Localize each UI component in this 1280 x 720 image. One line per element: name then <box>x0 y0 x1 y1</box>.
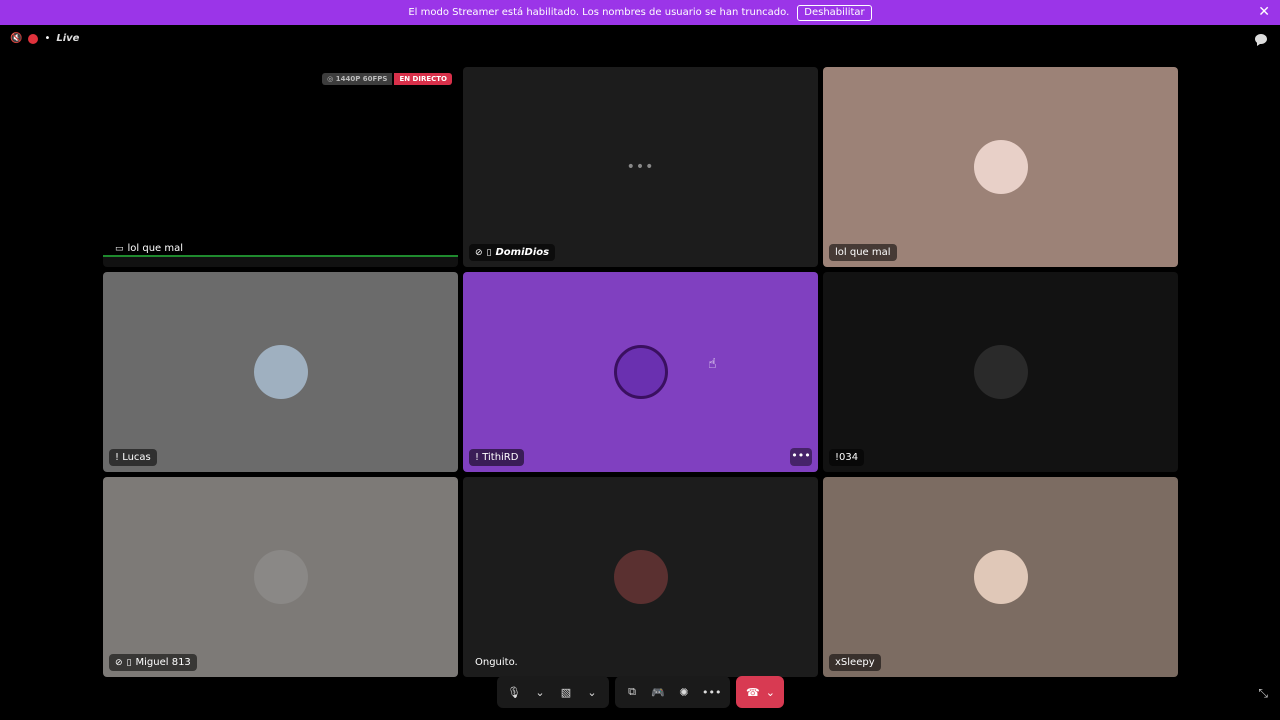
call-controls: 🎙 ⌄ ▧ ⌄ ⧉ 🎮 ✺ ••• ☎ ⌄ <box>497 676 785 708</box>
avatar <box>613 345 668 399</box>
hangup-icon: ☎ <box>746 685 760 699</box>
disconnect-button[interactable]: ☎ ⌄ <box>736 676 785 708</box>
participant-name: DomiDios <box>495 247 550 258</box>
pointer-cursor-icon: ☝ <box>708 356 717 372</box>
quality-badge: ◎ 1440P 60FPS <box>322 73 393 85</box>
avatar <box>613 550 668 604</box>
more-button[interactable]: ••• <box>699 679 724 705</box>
call-status: 🔇 • Live <box>10 33 79 44</box>
recording-dot-icon <box>28 33 39 44</box>
avatar <box>973 550 1028 604</box>
call-topbar: 🔇 • Live <box>0 25 1280 55</box>
participant-name: ! TithiRD <box>475 452 519 463</box>
participant-tile-tithird[interactable]: ! TithiRD ••• <box>463 272 818 472</box>
banner-message: El modo Streamer está habilitado. Los no… <box>408 7 790 18</box>
microphone-button[interactable]: 🎙 <box>503 679 525 705</box>
participant-tile-lucas[interactable]: ! Lucas <box>103 272 458 472</box>
disable-streamer-mode-button[interactable]: Deshabilitar <box>797 4 872 21</box>
avatar <box>973 345 1028 399</box>
avatar <box>973 140 1028 194</box>
participant-tile-onguito[interactable]: Onguito. <box>463 477 818 677</box>
participant-name-tag: ! Lucas <box>109 449 157 466</box>
participant-name-tag: xSleepy <box>829 654 881 671</box>
stream-badges: ◎ 1440P 60FPS EN DIRECTO <box>322 73 452 85</box>
status-separator: • <box>44 33 51 44</box>
participant-tile-domidios[interactable]: ••• ⊘ ▯ DomiDios <box>463 67 818 267</box>
mic-options-chevron-icon[interactable]: ⌄ <box>529 679 551 705</box>
participant-tile-xsleepy[interactable]: xSleepy <box>823 477 1178 677</box>
soundboard-button[interactable]: ✺ <box>673 679 695 705</box>
stream-preview-strip <box>103 255 458 267</box>
mobile-icon: ▯ <box>126 657 132 668</box>
speaker-muted-icon[interactable]: 🔇 <box>10 33 22 44</box>
avatar <box>253 550 308 604</box>
streamer-mode-banner: El modo Streamer está habilitado. Los no… <box>0 0 1280 25</box>
participant-name-tag: ! TithiRD <box>469 449 525 466</box>
exit-fullscreen-icon[interactable]: ⤡ <box>1258 686 1268 701</box>
stream-tile[interactable]: ◎ 1440P 60FPS EN DIRECTO ▭ lol que mal <box>103 67 458 267</box>
chat-icon[interactable] <box>1254 33 1268 47</box>
participant-name-tag: ⊘ ▯ DomiDios <box>469 244 556 261</box>
participant-name: xSleepy <box>835 657 875 668</box>
screen-share-button[interactable]: ⧉ <box>621 679 643 705</box>
participant-name: ! Lucas <box>115 452 151 463</box>
participant-name: lol que mal <box>835 247 891 258</box>
participant-name: Onguito. <box>475 657 518 668</box>
live-label: Live <box>56 33 80 44</box>
camera-options-chevron-icon[interactable]: ⌄ <box>581 679 603 705</box>
mic-group: 🎙 ⌄ ▧ ⌄ <box>497 676 609 708</box>
participant-tile-034[interactable]: !034 <box>823 272 1178 472</box>
screen-share-icon: ▭ <box>115 243 124 254</box>
muted-mic-icon: ⊘ <box>475 247 483 258</box>
close-banner-icon[interactable]: ✕ <box>1258 5 1270 19</box>
mobile-icon: ▯ <box>486 247 492 258</box>
activity-button[interactable]: 🎮 <box>647 679 669 705</box>
participant-name-tag: Onguito. <box>469 654 524 671</box>
live-badge: EN DIRECTO <box>394 73 452 85</box>
loading-icon: ••• <box>626 159 655 175</box>
disconnect-options-chevron-icon[interactable]: ⌄ <box>766 686 775 699</box>
camera-off-button[interactable]: ▧ <box>555 679 577 705</box>
avatar <box>253 345 308 399</box>
participant-tile-lol-que-mal[interactable]: lol que mal <box>823 67 1178 267</box>
muted-mic-icon: ⊘ <box>115 657 123 668</box>
more-options-button[interactable]: ••• <box>790 448 812 466</box>
participant-name-tag: lol que mal <box>829 244 897 261</box>
activity-group: ⧉ 🎮 ✺ ••• <box>615 676 731 708</box>
participant-name-tag: !034 <box>829 449 865 466</box>
participant-name: Miguel 813 <box>135 657 191 668</box>
participant-name-tag: ⊘ ▯ Miguel 813 <box>109 654 197 671</box>
participant-name: lol que mal <box>127 243 184 254</box>
participant-tile-miguel[interactable]: ⊘ ▯ Miguel 813 <box>103 477 458 677</box>
participant-name: !034 <box>835 452 859 463</box>
